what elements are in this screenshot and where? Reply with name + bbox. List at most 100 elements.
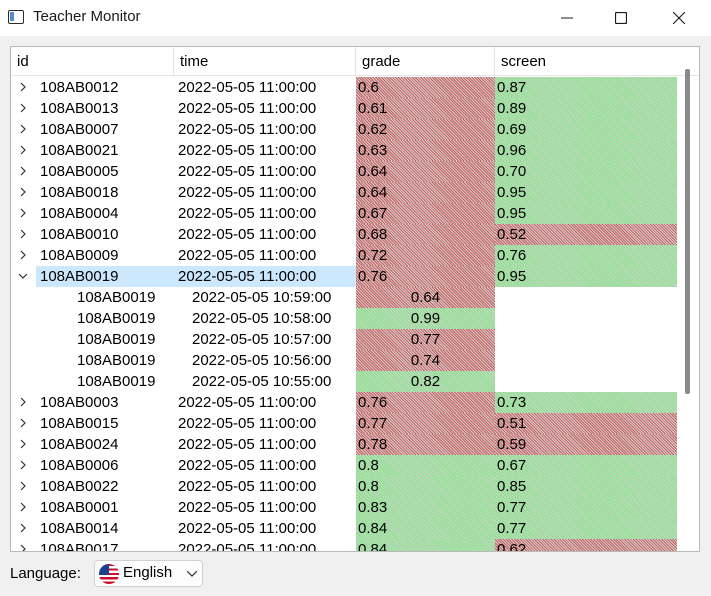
cell-grade: 0.77 [356,329,495,350]
cell-id: 108AB0004 [40,205,119,222]
tree-row[interactable]: 108AB0014 2022-05-05 11:00:00 0.84 0.77 [11,518,679,539]
cell-screen: 0.62 [495,539,677,551]
child-row[interactable]: 108AB0019 2022-05-05 10:58:00 0.99 [11,308,679,329]
cell-time: 2022-05-05 11:00:00 [178,268,317,285]
cell-grade: 0.61 [356,98,495,119]
cell-time: 2022-05-05 11:00:00 [178,499,317,516]
cell-time: 2022-05-05 11:00:00 [178,247,317,264]
cell-grade: 0.8 [356,455,495,476]
cell-screen: 0.73 [495,392,677,413]
chevron-right-icon[interactable] [18,145,28,155]
chevron-right-icon[interactable] [18,208,28,218]
cell-screen: 0.51 [495,413,677,434]
column-header-grade[interactable]: grade [356,47,495,76]
cell-id: 108AB0006 [40,457,119,474]
tree-row[interactable]: 108AB0007 2022-05-05 11:00:00 0.62 0.69 [11,119,679,140]
chevron-right-icon[interactable] [18,523,28,533]
tree-row[interactable]: 108AB0022 2022-05-05 11:00:00 0.8 0.85 [11,476,679,497]
chevron-right-icon[interactable] [18,439,28,449]
cell-time: 2022-05-05 11:00:00 [178,478,317,495]
cell-id: 108AB0005 [40,163,119,180]
cell-grade: 0.63 [356,140,495,161]
cell-grade: 0.6 [356,77,495,98]
cell-time: 2022-05-05 11:00:00 [178,142,317,159]
maximize-button[interactable] [594,0,648,36]
cell-screen: 0.52 [495,224,677,245]
chevron-right-icon[interactable] [18,103,28,113]
tree-row[interactable]: 108AB0004 2022-05-05 11:00:00 0.67 0.95 [11,203,679,224]
cell-screen: 0.69 [495,119,677,140]
chevron-right-icon[interactable] [18,460,28,470]
maximize-icon [615,12,627,24]
cell-id: 108AB0019 [77,373,156,390]
chevron-down-icon [187,571,197,577]
tree-row[interactable]: 108AB0005 2022-05-05 11:00:00 0.64 0.70 [11,161,679,182]
child-row[interactable]: 108AB0019 2022-05-05 10:56:00 0.74 [11,350,679,371]
language-select[interactable]: English [94,560,203,587]
column-header-time[interactable]: time [174,47,356,76]
cell-id: 108AB0003 [40,394,119,411]
tree-row[interactable]: 108AB0015 2022-05-05 11:00:00 0.77 0.51 [11,413,679,434]
tree-rows: 108AB0012 2022-05-05 11:00:00 0.6 0.87 108AB… [11,77,679,552]
scrollbar-thumb[interactable] [685,69,690,394]
chevron-right-icon[interactable] [18,481,28,491]
cell-screen: 0.87 [495,77,677,98]
cell-id: 108AB0010 [40,226,119,243]
chevron-down-icon[interactable] [18,271,28,281]
cell-time: 2022-05-05 10:57:00 [192,331,332,348]
minimize-icon [561,17,573,19]
child-row[interactable]: 108AB0019 2022-05-05 10:59:00 0.64 [11,287,679,308]
chevron-right-icon[interactable] [18,229,28,239]
tree-row[interactable]: 108AB0010 2022-05-05 11:00:00 0.68 0.52 [11,224,679,245]
tree-row[interactable]: 108AB0017 2022-05-05 11:00:00 0.84 0.62 [11,539,679,552]
cell-time: 2022-05-05 11:00:00 [178,163,317,180]
chevron-right-icon[interactable] [18,397,28,407]
tree-row[interactable]: 108AB0006 2022-05-05 11:00:00 0.8 0.67 [11,455,679,476]
child-row[interactable]: 108AB0019 2022-05-05 10:55:00 0.82 [11,371,679,392]
vertical-scrollbar[interactable] [685,69,691,545]
chevron-right-icon[interactable] [18,544,28,552]
cell-grade: 0.83 [356,497,495,518]
chevron-right-icon[interactable] [18,166,28,176]
child-row[interactable]: 108AB0019 2022-05-05 10:57:00 0.77 [11,329,679,350]
tree-row[interactable]: 108AB0003 2022-05-05 11:00:00 0.76 0.73 [11,392,679,413]
student-tree-view[interactable]: id time grade screen 108AB0012 2022-05-05… [10,46,700,552]
cell-grade: 0.82 [356,371,495,392]
close-button[interactable] [652,0,706,36]
cell-id: 108AB0007 [40,121,119,138]
tree-row[interactable]: 108AB0019 2022-05-05 11:00:00 0.76 0.95 [11,266,679,287]
tree-row[interactable]: 108AB0001 2022-05-05 11:00:00 0.83 0.77 [11,497,679,518]
cell-screen: 0.89 [495,98,677,119]
tree-row[interactable]: 108AB0012 2022-05-05 11:00:00 0.6 0.87 [11,77,679,98]
chevron-right-icon[interactable] [18,124,28,134]
cell-time: 2022-05-05 11:00:00 [178,520,317,537]
cell-screen: 0.96 [495,140,677,161]
window-title: Teacher Monitor [33,8,141,25]
tree-row[interactable]: 108AB0013 2022-05-05 11:00:00 0.61 0.89 [11,98,679,119]
minimize-button[interactable] [540,0,594,36]
cell-id: 108AB0017 [40,541,119,552]
cell-time: 2022-05-05 10:58:00 [192,310,332,327]
column-header-id[interactable]: id [11,47,174,76]
tree-row[interactable]: 108AB0024 2022-05-05 11:00:00 0.78 0.59 [11,434,679,455]
cell-screen: 0.85 [495,476,677,497]
cell-id: 108AB0012 [40,79,119,96]
cell-id: 108AB0014 [40,520,119,537]
us-flag-icon [99,564,119,584]
chevron-right-icon[interactable] [18,250,28,260]
tree-row[interactable]: 108AB0021 2022-05-05 11:00:00 0.63 0.96 [11,140,679,161]
cell-grade: 0.78 [356,434,495,455]
cell-screen: 0.95 [495,182,677,203]
column-header-screen[interactable]: screen [495,47,677,76]
cell-time: 2022-05-05 10:59:00 [192,289,332,306]
tree-row[interactable]: 108AB0009 2022-05-05 11:00:00 0.72 0.76 [11,245,679,266]
chevron-right-icon[interactable] [18,418,28,428]
cell-screen: 0.77 [495,518,677,539]
chevron-right-icon[interactable] [18,82,28,92]
cell-id: 108AB0019 [77,331,156,348]
close-icon [673,12,685,24]
cell-time: 2022-05-05 11:00:00 [178,121,317,138]
tree-row[interactable]: 108AB0018 2022-05-05 11:00:00 0.64 0.95 [11,182,679,203]
chevron-right-icon[interactable] [18,187,28,197]
chevron-right-icon[interactable] [18,502,28,512]
